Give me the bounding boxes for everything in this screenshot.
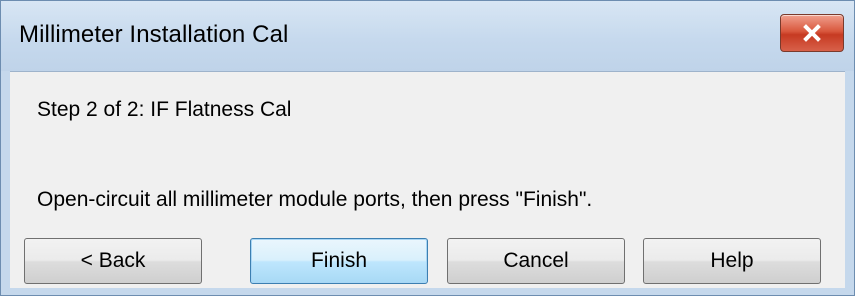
close-button[interactable]: [780, 14, 844, 52]
window-title: Millimeter Installation Cal: [19, 21, 289, 48]
instruction-text: Open-circuit all millimeter module ports…: [37, 188, 593, 211]
step-label: Step 2 of 2: IF Flatness Cal: [37, 98, 292, 121]
help-button[interactable]: Help: [643, 238, 821, 284]
back-button[interactable]: < Back: [24, 238, 202, 284]
dialog-window: Millimeter Installation Cal Step 2 of 2:…: [0, 0, 855, 296]
dialog-body: Step 2 of 2: IF Flatness Cal Open-circui…: [10, 71, 845, 288]
close-icon: [803, 24, 821, 42]
title-bar[interactable]: Millimeter Installation Cal: [1, 1, 854, 71]
finish-button[interactable]: Finish: [250, 238, 428, 284]
cancel-button[interactable]: Cancel: [447, 238, 625, 284]
